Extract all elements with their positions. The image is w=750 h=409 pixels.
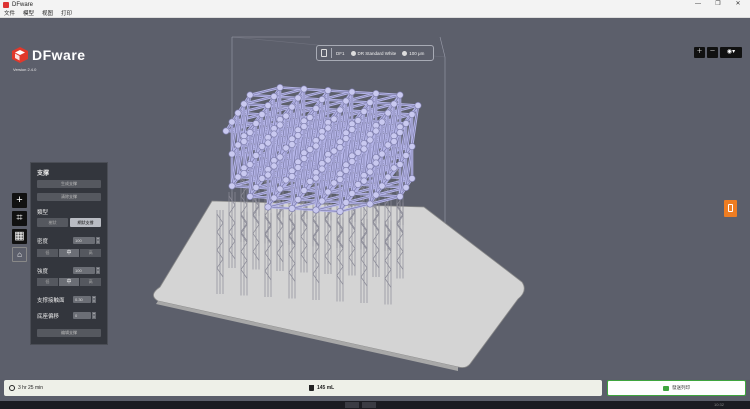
density-low[interactable]: 低 bbox=[37, 249, 58, 257]
os-taskbar: 10:32 bbox=[0, 401, 750, 409]
thumbs-up-icon bbox=[663, 385, 669, 391]
brand-name: DFware bbox=[32, 47, 86, 63]
layer-icon bbox=[402, 50, 408, 56]
eye-view-icon[interactable]: ◉▾ bbox=[720, 47, 742, 58]
resin-cup-icon bbox=[309, 385, 314, 391]
menu-file[interactable]: 文件 bbox=[4, 9, 15, 17]
build-plate bbox=[153, 200, 525, 371]
contact-label: 支撑接触面 bbox=[37, 298, 65, 304]
send-print-button[interactable]: 發送列印 bbox=[607, 380, 746, 396]
title-bar: DFware — ❐ ✕ bbox=[0, 0, 750, 9]
printer-name[interactable]: DF1 bbox=[336, 51, 345, 56]
maximize-button[interactable]: ❐ bbox=[710, 0, 726, 9]
density-options: 低 中 高 bbox=[37, 249, 102, 257]
type-option-tree[interactable]: 樹狀 bbox=[37, 218, 68, 227]
window-title: DFware bbox=[12, 1, 34, 8]
edit-support-button[interactable]: 编辑支撑 bbox=[37, 329, 101, 337]
density-label: 密度 bbox=[37, 239, 49, 245]
raft-offset-input[interactable]: 0 bbox=[73, 312, 91, 319]
type-label: 類型 bbox=[37, 210, 49, 216]
density-medium[interactable]: 中 bbox=[58, 249, 80, 257]
print-time: 3 hr 25 min bbox=[9, 385, 43, 391]
grid-icon[interactable]: ▦ bbox=[12, 229, 27, 244]
strength-input[interactable]: 100 bbox=[73, 267, 95, 274]
brand-logo: DFware bbox=[12, 47, 86, 63]
home-icon[interactable]: ⌂ bbox=[12, 247, 27, 262]
version-label: Version 2.4.0 bbox=[13, 67, 37, 72]
3d-viewport[interactable]: DFware Version 2.4.0 DF1 DR Standard Whi… bbox=[0, 19, 750, 379]
support-type-toggle: 樹狀 網狀支撐 bbox=[37, 218, 101, 227]
menu-view[interactable]: 视图 bbox=[42, 9, 53, 17]
strength-stepper[interactable]: ▴ ▾ bbox=[96, 266, 100, 274]
minimize-button[interactable]: — bbox=[690, 0, 706, 9]
lattice-model bbox=[222, 84, 422, 216]
left-toolbar: + ⌗ ▦ ⌂ bbox=[12, 193, 27, 262]
add-model-icon[interactable]: + bbox=[12, 193, 27, 208]
dfware-logo-icon bbox=[12, 47, 28, 63]
strength-options: 低 中 高 bbox=[37, 278, 102, 286]
build-volume-scene bbox=[153, 36, 525, 371]
crop-icon[interactable]: ⌗ bbox=[12, 211, 27, 226]
phone-icon bbox=[728, 204, 733, 212]
printer-settings-bar[interactable]: DF1 DR Standard White 100 μm bbox=[316, 45, 434, 61]
strength-label: 強度 bbox=[37, 269, 49, 275]
app-icon bbox=[3, 1, 9, 8]
density-high[interactable]: 高 bbox=[80, 249, 102, 257]
strength-low[interactable]: 低 bbox=[37, 278, 58, 286]
zoom-out-icon[interactable]: － bbox=[707, 47, 718, 58]
clear-support-button[interactable]: 清除支撑 bbox=[37, 193, 101, 201]
divider bbox=[331, 48, 332, 58]
density-stepper[interactable]: ▴ ▾ bbox=[96, 236, 100, 244]
taskbar-clock: 10:32 bbox=[713, 402, 724, 407]
resin-volume: 145 mL bbox=[309, 385, 334, 391]
status-bar: 3 hr 25 min 145 mL bbox=[4, 380, 602, 396]
type-option-mesh[interactable]: 網狀支撐 bbox=[70, 218, 101, 227]
zoom-in-icon[interactable]: ＋ bbox=[694, 47, 705, 58]
resin-icon bbox=[350, 50, 356, 56]
raft-offset-stepper[interactable]: ▴ ▾ bbox=[92, 311, 96, 319]
support-panel: 支撑 生成支撑 清除支撑 類型 樹狀 網狀支撐 密度 100 ▴ ▾ 低 中 高 … bbox=[30, 162, 108, 345]
close-button[interactable]: ✕ bbox=[730, 0, 746, 9]
printer-icon bbox=[321, 49, 327, 57]
taskbar-app[interactable] bbox=[345, 402, 359, 408]
density-input[interactable]: 100 bbox=[73, 237, 95, 244]
menu-model[interactable]: 模型 bbox=[23, 9, 34, 17]
menu-print[interactable]: 打印 bbox=[61, 9, 72, 17]
strength-medium[interactable]: 中 bbox=[58, 278, 80, 286]
strength-high[interactable]: 高 bbox=[80, 278, 102, 286]
material-selector[interactable]: DR Standard White bbox=[350, 50, 396, 56]
taskbar-app-dfware[interactable] bbox=[362, 402, 376, 408]
contact-stepper[interactable]: ▴ ▾ bbox=[92, 295, 96, 303]
panel-title: 支撑 bbox=[37, 171, 50, 177]
clock-icon bbox=[9, 385, 15, 391]
menu-bar: 文件 模型 视图 打印 bbox=[0, 9, 750, 18]
contact-input[interactable]: 0.30 bbox=[73, 296, 91, 303]
raft-offset-label: 底座偏移 bbox=[37, 314, 60, 320]
view-toolbar: ＋ － ◉▾ bbox=[694, 47, 742, 58]
generate-support-button[interactable]: 生成支撑 bbox=[37, 180, 101, 188]
phone-connect-button[interactable] bbox=[724, 200, 737, 217]
layer-height-selector[interactable]: 100 μm bbox=[402, 50, 424, 56]
